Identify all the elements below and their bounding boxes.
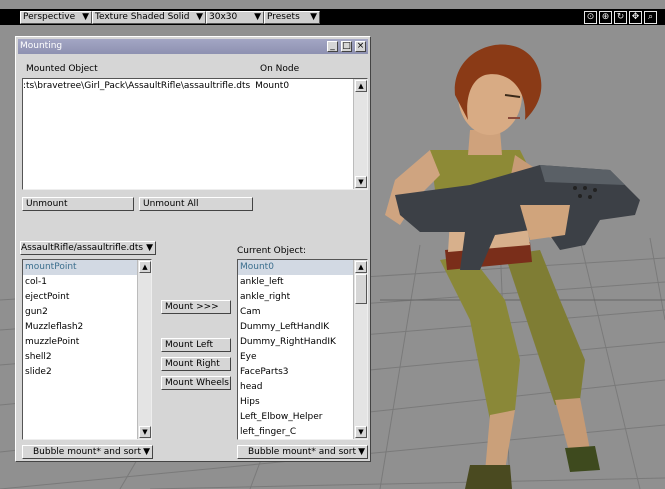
maximize-icon[interactable]: □ bbox=[341, 41, 352, 52]
mount-wheels-button[interactable]: Mount Wheels bbox=[161, 376, 231, 390]
target-node-item[interactable]: Hips bbox=[238, 395, 367, 410]
mounted-object-header: Mounted Object bbox=[26, 64, 98, 74]
scroll-up-icon[interactable]: ▲ bbox=[355, 261, 367, 273]
close-icon[interactable]: × bbox=[355, 41, 366, 52]
viewport-toolbar: Perspective ▼ Texture Shaded Solid ▼ 30x30… bbox=[0, 9, 665, 25]
current-object-label: Current Object: bbox=[237, 246, 307, 256]
target-node-item[interactable]: head bbox=[238, 380, 367, 395]
grid-size-label: 30x30 bbox=[209, 12, 238, 22]
zoom-icon[interactable]: ⌕ bbox=[644, 11, 657, 24]
mounted-node-name: Mount0 bbox=[255, 81, 290, 91]
target-node-item[interactable]: Cam bbox=[238, 305, 367, 320]
mounting-dialog: Mounting _ □ × Mounted Object On Node :t… bbox=[15, 36, 371, 462]
dialog-titlebar[interactable]: Mounting _ □ × bbox=[18, 39, 368, 54]
scroll-up-icon[interactable]: ▲ bbox=[139, 261, 151, 273]
view-mode-dropdown[interactable]: Perspective ▼ bbox=[20, 11, 92, 24]
source-node-item[interactable]: gun2 bbox=[23, 305, 151, 320]
target-node-item[interactable]: ankle_right bbox=[238, 290, 367, 305]
minimize-icon[interactable]: _ bbox=[327, 41, 338, 52]
mount-left-button[interactable]: Mount Left bbox=[161, 338, 231, 352]
view-mode-arrow-icon: ▼ bbox=[82, 12, 89, 22]
move-icon[interactable]: ✥ bbox=[629, 11, 642, 24]
scroll-down-icon[interactable]: ▼ bbox=[139, 426, 151, 438]
mounted-row[interactable]: :ts\bravetree\Girl_Pack\AssaultRifle\ass… bbox=[23, 79, 367, 94]
dialog-title: Mounting bbox=[20, 41, 63, 51]
target-node-item[interactable]: Left_Elbow_Helper bbox=[238, 410, 367, 425]
scroll-down-icon[interactable]: ▼ bbox=[355, 426, 367, 438]
presets-arrow-icon: ▼ bbox=[310, 12, 317, 22]
source-object-arrow-icon: ▼ bbox=[146, 243, 153, 253]
mounted-list-scrollbar[interactable]: ▲ ▼ bbox=[353, 79, 367, 189]
sort-right-value: Bubble mount* and sort bbox=[248, 447, 356, 457]
view-mode-label: Perspective bbox=[23, 12, 76, 22]
target-node-item[interactable]: Eye bbox=[238, 350, 367, 365]
source-nodes-list[interactable]: mountPoint col-1 ejectPoint gun2 Muzzleflash… bbox=[22, 259, 152, 440]
target-list-scrollbar[interactable]: ▲ ▼ bbox=[353, 260, 367, 439]
target-node-item[interactable]: Dummy_LeftHandIK bbox=[238, 320, 367, 335]
scroll-thumb[interactable] bbox=[355, 274, 367, 304]
target-nodes-list[interactable]: Mount0 ankle_left ankle_right Cam Dummy_Left… bbox=[237, 259, 368, 440]
grid-icon[interactable]: ⊕ bbox=[599, 11, 612, 24]
unmount-all-button[interactable]: Unmount All bbox=[139, 197, 253, 211]
unmount-button[interactable]: Unmount bbox=[22, 197, 134, 211]
render-mode-label: Texture Shaded Solid bbox=[95, 12, 190, 22]
mounted-objects-list[interactable]: :ts\bravetree\Girl_Pack\AssaultRifle\ass… bbox=[22, 78, 368, 190]
target-icon[interactable]: ⊙ bbox=[584, 11, 597, 24]
mount-button[interactable]: Mount >>> bbox=[161, 300, 231, 314]
sort-right-dropdown[interactable]: Bubble mount* and sort ▼ bbox=[237, 445, 368, 459]
scroll-up-icon[interactable]: ▲ bbox=[355, 80, 367, 92]
source-node-item[interactable]: muzzlePoint bbox=[23, 335, 151, 350]
sort-left-arrow-icon: ▼ bbox=[143, 447, 150, 457]
sort-right-arrow-icon: ▼ bbox=[358, 447, 365, 457]
source-node-item[interactable]: shell2 bbox=[23, 350, 151, 365]
mount-right-button[interactable]: Mount Right bbox=[161, 357, 231, 371]
source-node-item[interactable]: ejectPoint bbox=[23, 290, 151, 305]
source-list-scrollbar[interactable]: ▲ ▼ bbox=[137, 260, 151, 439]
source-node-item[interactable]: mountPoint bbox=[23, 260, 151, 275]
sort-left-dropdown[interactable]: Bubble mount* and sort ▼ bbox=[22, 445, 153, 459]
source-node-item[interactable]: slide2 bbox=[23, 365, 151, 380]
source-object-dropdown[interactable]: AssaultRifle/assaultrifle.dts ▼ bbox=[20, 241, 156, 255]
target-node-item[interactable]: ankle_left bbox=[238, 275, 367, 290]
target-node-item[interactable]: Mount0 bbox=[238, 260, 367, 275]
target-node-item[interactable]: left_finger_C bbox=[238, 425, 367, 439]
source-node-item[interactable]: col-1 bbox=[23, 275, 151, 290]
presets-label: Presets bbox=[267, 12, 300, 22]
presets-dropdown[interactable]: Presets ▼ bbox=[264, 11, 320, 24]
render-mode-dropdown[interactable]: Texture Shaded Solid ▼ bbox=[92, 11, 206, 24]
source-object-value: AssaultRifle/assaultrifle.dts bbox=[21, 243, 144, 253]
mounted-object-path: :ts\bravetree\Girl_Pack\AssaultRifle\ass… bbox=[23, 81, 251, 91]
render-mode-arrow-icon: ▼ bbox=[196, 12, 203, 22]
grid-size-arrow-icon: ▼ bbox=[254, 12, 261, 22]
scroll-down-icon[interactable]: ▼ bbox=[355, 176, 367, 188]
on-node-header: On Node bbox=[260, 64, 300, 74]
sort-left-value: Bubble mount* and sort bbox=[33, 447, 141, 457]
target-node-item[interactable]: Dummy_RightHandIK bbox=[238, 335, 367, 350]
rotate-icon[interactable]: ↻ bbox=[614, 11, 627, 24]
source-node-item[interactable]: Muzzleflash2 bbox=[23, 320, 151, 335]
target-node-item[interactable]: FaceParts3 bbox=[238, 365, 367, 380]
grid-size-dropdown[interactable]: 30x30 ▼ bbox=[206, 11, 264, 24]
